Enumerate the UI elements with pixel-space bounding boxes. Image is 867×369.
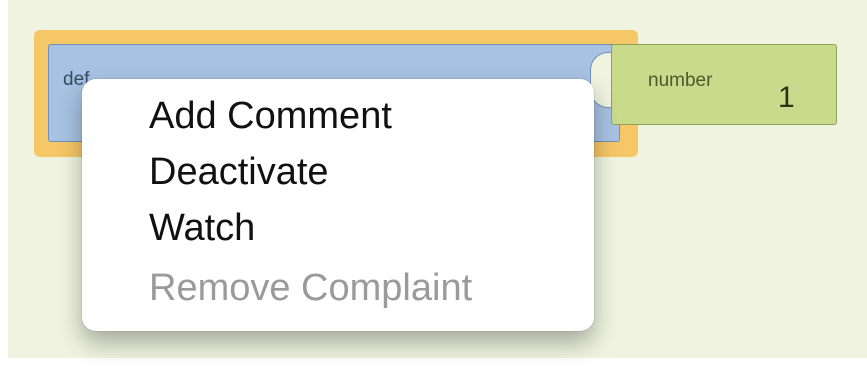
menu-item-add-comment[interactable]: Add Comment [149,95,392,138]
block-context-menu: Add Comment Deactivate Watch Remove Comp… [82,79,594,331]
menu-item-deactivate[interactable]: Deactivate [149,151,329,194]
number-block-label: number [648,70,713,91]
menu-item-remove-complaint: Remove Complaint [149,267,473,309]
menu-item-watch[interactable]: Watch [149,207,255,250]
number-block-value[interactable]: 1 [778,81,795,115]
number-block[interactable]: number 1 [611,44,837,125]
